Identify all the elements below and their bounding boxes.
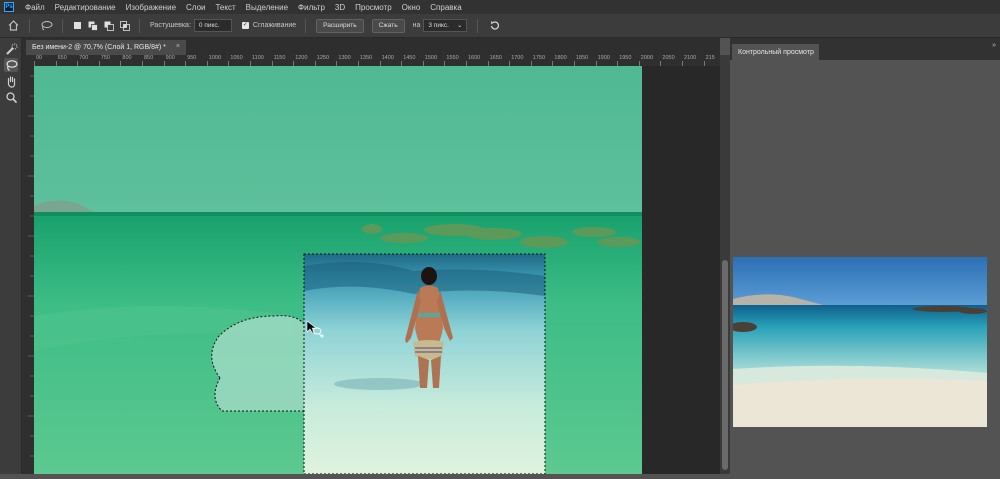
by-label: на	[412, 22, 421, 29]
contract-button[interactable]: Сжать	[371, 18, 405, 33]
ruler-tick-label: 215	[705, 55, 715, 61]
hand-icon[interactable]	[4, 74, 18, 88]
subtract-from-selection-icon[interactable]	[104, 21, 114, 31]
preview-beach	[733, 377, 987, 427]
menu-window[interactable]: Окно	[397, 3, 426, 12]
feather-label: Растушевка:	[150, 22, 191, 29]
ruler-tick-label: 1800	[554, 55, 567, 61]
vertical-scrollbar[interactable]	[720, 55, 730, 474]
ruler-tick-label: 1950	[619, 55, 632, 61]
ruler-tick-label: 800	[122, 55, 132, 61]
ruler-tick-label: 700	[79, 55, 89, 61]
tools-panel	[0, 38, 22, 474]
menu-help[interactable]: Справка	[425, 3, 466, 12]
ruler-tick-label: 1200	[295, 55, 308, 61]
home-icon[interactable]	[6, 19, 20, 33]
document-tab-bar: Без имени-2 @ 70,7% (Слой 1, RGB/8#) * ×	[22, 38, 720, 55]
divider	[477, 18, 479, 33]
ruler-tick-label: 1450	[403, 55, 416, 61]
ruler-tick-label: 1650	[489, 55, 502, 61]
menu-type[interactable]: Текст	[210, 3, 240, 12]
chevron-down-icon: ⌄	[456, 22, 463, 29]
scrollbar-thumb[interactable]	[722, 260, 728, 470]
vertical-ruler[interactable]	[22, 66, 34, 474]
ruler-tick-label: 2000	[640, 55, 654, 61]
document-tab-title: Без имени-2 @ 70,7% (Слой 1, RGB/8#) *	[32, 44, 166, 51]
ruler-tick-label: 1300	[338, 55, 351, 61]
ruler-tick-label: 1400	[381, 55, 394, 61]
divider	[29, 18, 30, 33]
ruler-tick-label: 900	[165, 55, 175, 61]
collapse-panel-icon[interactable]: »	[992, 42, 996, 49]
intersect-selection-icon[interactable]	[120, 20, 130, 31]
ruler-tick-label: 1600	[468, 55, 481, 61]
ruler-tick-label: 1700	[511, 55, 524, 61]
ruler-tick-label: 1100	[252, 55, 264, 61]
divider	[305, 18, 307, 33]
expand-button[interactable]: Расширить	[316, 18, 364, 33]
menu-file[interactable]: Файл	[20, 3, 50, 12]
panel-tab-label: Контрольный просмотр	[738, 48, 814, 56]
menu-layers[interactable]: Слои	[181, 3, 210, 12]
ruler-tick-label: 1000	[208, 55, 222, 61]
quick-selection-icon[interactable]	[4, 42, 18, 56]
new-selection-icon[interactable]	[72, 21, 82, 31]
lasso-icon[interactable]	[4, 58, 18, 72]
add-to-selection-icon[interactable]	[88, 21, 98, 31]
by-amount-value: 3 пикс.	[428, 22, 449, 29]
menu-3d[interactable]: 3D	[330, 3, 350, 12]
by-amount-select[interactable]: 3 пикс. ⌄	[423, 19, 468, 32]
ruler-tick-label: 850	[144, 55, 154, 61]
feather-input[interactable]: 0 пикс.	[193, 19, 232, 32]
ruler-tick-label: 1900	[597, 55, 610, 61]
ruler-tick-label: 650	[57, 55, 67, 61]
zoom-icon[interactable]	[4, 90, 18, 104]
photoshop-logo-icon[interactable]: Ps	[4, 2, 14, 12]
refresh-icon[interactable]	[487, 19, 501, 33]
ruler-tick-label: 2050	[662, 55, 675, 61]
panel-tab-bar: Контрольный просмотр »	[730, 38, 1000, 60]
ruler-tick-label: 1350	[360, 55, 373, 61]
shadow-on-sand	[334, 378, 424, 390]
ruler-tick-label: 1150	[273, 55, 286, 61]
ruler-tick-label: 950	[187, 55, 197, 61]
menu-image[interactable]: Изображение	[121, 3, 181, 12]
menu-view[interactable]: Просмотр	[350, 3, 397, 12]
horizontal-ruler[interactable]: 00 650 700 750 800 850 900 950 1000 1050 1100 1150 1…	[34, 55, 720, 66]
ruler-tick-label: 1750	[532, 55, 546, 61]
lasso-tool-preset-icon[interactable]	[39, 19, 53, 33]
menu-filter[interactable]: Фильтр	[293, 3, 330, 12]
sky-region	[34, 66, 642, 212]
ruler-tick-label: 1850	[576, 55, 589, 61]
divider	[62, 18, 63, 33]
ruler-tick-label: 1500	[424, 55, 438, 61]
pasteboard-area	[642, 66, 720, 474]
document-canvas[interactable]	[34, 66, 642, 474]
ruler-tick-label: 2100	[684, 55, 697, 61]
ruler-tick-label: 00	[36, 55, 43, 61]
ruler-tick-label: 1550	[446, 55, 459, 61]
ruler-tick-label: 750	[100, 55, 110, 61]
tab-navigator[interactable]: Контрольный просмотр	[732, 44, 819, 60]
close-icon[interactable]: ×	[176, 43, 180, 50]
horizon-line	[34, 212, 642, 216]
vertical-ruler-ticks	[28, 75, 34, 457]
antialias-checkbox[interactable]: ✓	[241, 22, 249, 29]
navigator-preview[interactable]	[733, 257, 987, 427]
menu-select[interactable]: Выделение	[241, 3, 293, 12]
ruler-corner	[22, 55, 34, 66]
menu-edit[interactable]: Редактирование	[50, 3, 121, 12]
ruler-tick-label: 1250	[316, 55, 330, 61]
document-tab[interactable]: Без имени-2 @ 70,7% (Слой 1, RGB/8#) * ×	[26, 40, 186, 55]
antialias-label: Сглаживание	[252, 22, 297, 29]
menu-bar: Ps Файл Редактирование Изображение Слои …	[0, 0, 1000, 14]
divider	[139, 18, 140, 33]
ruler-tick-label: 1050	[230, 55, 243, 61]
options-bar: Растушевка: 0 пикс. ✓ Сглаживание Расшир…	[0, 14, 1000, 38]
